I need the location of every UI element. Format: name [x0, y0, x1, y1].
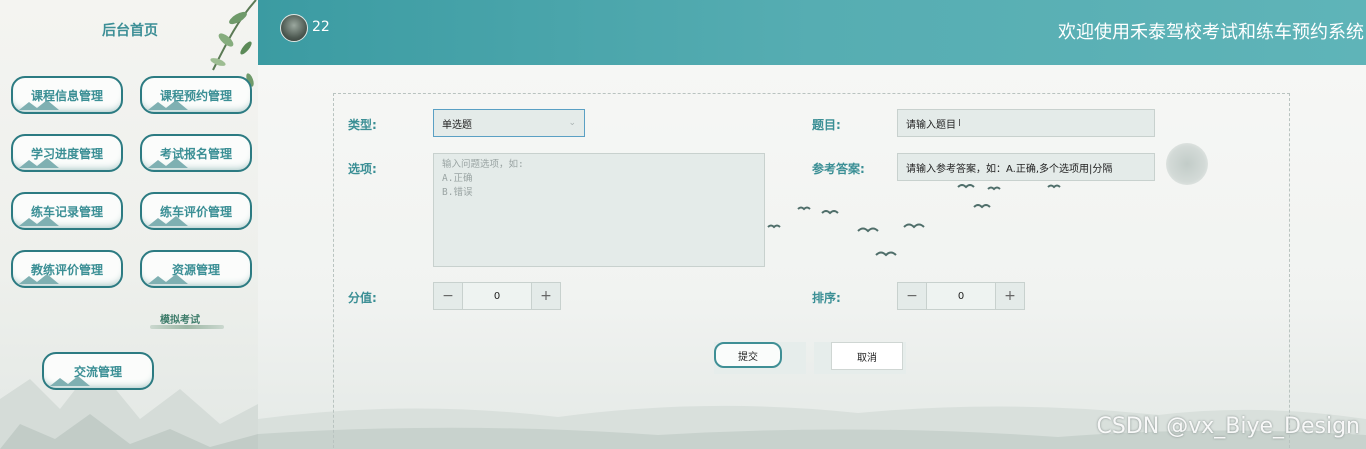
- sidebar-item-label: 课程信息管理: [30, 88, 103, 103]
- sidebar-item-practice-review[interactable]: 练车评价管理: [140, 192, 252, 230]
- sidebar: 后台首页 课程信息管理 课程预约管理 学习进度管理 考试报名管理 练车记录管理 …: [0, 0, 259, 449]
- options-placeholder-line: A.正确: [442, 173, 473, 184]
- minus-icon[interactable]: −: [898, 283, 926, 309]
- score-label: 分值:: [348, 291, 377, 305]
- username: 22: [312, 19, 330, 35]
- site-title: 欢迎使用禾泰驾校考试和练车预约系统: [1058, 22, 1364, 43]
- options-textarea[interactable]: 输入问题选项，如: A.正确 B.错误: [433, 153, 765, 267]
- sidebar-item-course-booking[interactable]: 课程预约管理: [140, 76, 252, 114]
- submit-button[interactable]: 提交: [714, 342, 782, 368]
- sidebar-item-label: 练车记录管理: [30, 204, 103, 219]
- main-content: 类型: 单选题 ⌄ 题目: 请输入题目 I 选项: 输入问题选项，如: A.正确…: [258, 65, 1366, 449]
- sort-label: 排序:: [812, 291, 841, 305]
- options-placeholder-line: 输入问题选项，如:: [442, 159, 524, 170]
- question-label: 题目:: [812, 118, 841, 132]
- sidebar-item-study-progress[interactable]: 学习进度管理: [11, 134, 123, 172]
- options-placeholder-line: B.错误: [442, 187, 473, 198]
- sort-value[interactable]: 0: [926, 283, 996, 309]
- sidebar-item-label: 课程预约管理: [159, 88, 232, 103]
- type-label: 类型:: [348, 118, 377, 132]
- plus-icon[interactable]: +: [996, 283, 1024, 309]
- avatar[interactable]: [280, 14, 308, 42]
- chevron-down-icon: ⌄: [568, 118, 576, 128]
- options-label: 选项:: [348, 162, 377, 176]
- sidebar-item-resources[interactable]: 资源管理: [140, 250, 252, 288]
- sidebar-item-label: 交流管理: [73, 364, 122, 379]
- sidebar-item-label: 资源管理: [171, 262, 220, 277]
- score-value[interactable]: 0: [462, 283, 532, 309]
- text-cursor-icon: I: [958, 117, 961, 129]
- question-form: 类型: 单选题 ⌄ 题目: 请输入题目 I 选项: 输入问题选项，如: A.正确…: [333, 93, 1290, 449]
- sidebar-item-course-info[interactable]: 课程信息管理: [11, 76, 123, 114]
- plus-icon[interactable]: +: [532, 283, 560, 309]
- sidebar-item-practice-record[interactable]: 练车记录管理: [11, 192, 123, 230]
- answer-input-placeholder: 请输入参考答案，如：A.正确,多个选项用|分隔: [906, 163, 1113, 175]
- minus-icon[interactable]: −: [434, 283, 462, 309]
- type-select[interactable]: 单选题 ⌄: [433, 109, 585, 137]
- sidebar-item-label: 练车评价管理: [159, 204, 232, 219]
- question-input[interactable]: 请输入题目 I: [897, 109, 1155, 137]
- watermark: CSDN @vx_Biye_Design: [1096, 414, 1360, 439]
- score-stepper[interactable]: − 0 +: [433, 282, 561, 310]
- sidebar-item-exam-signup[interactable]: 考试报名管理: [140, 134, 252, 172]
- question-input-placeholder: 请输入题目: [906, 119, 956, 131]
- home-link[interactable]: 后台首页: [80, 20, 180, 40]
- cancel-button[interactable]: 取消: [831, 342, 903, 370]
- answer-input[interactable]: 请输入参考答案，如：A.正确,多个选项用|分隔: [897, 153, 1155, 181]
- answer-label: 参考答案:: [812, 162, 865, 176]
- sort-stepper[interactable]: − 0 +: [897, 282, 1025, 310]
- sidebar-item-communication[interactable]: 交流管理: [42, 352, 154, 390]
- sidebar-item-label: 考试报名管理: [159, 146, 232, 161]
- sidebar-item-coach-review[interactable]: 教练评价管理: [11, 250, 123, 288]
- top-header: 22 欢迎使用禾泰驾校考试和练车预约系统: [258, 0, 1366, 65]
- type-select-value: 单选题: [442, 119, 472, 131]
- sidebar-item-mock-exam[interactable]: 模拟考试: [160, 311, 200, 326]
- sidebar-item-label: 学习进度管理: [30, 146, 103, 161]
- sidebar-item-label: 教练评价管理: [30, 262, 103, 277]
